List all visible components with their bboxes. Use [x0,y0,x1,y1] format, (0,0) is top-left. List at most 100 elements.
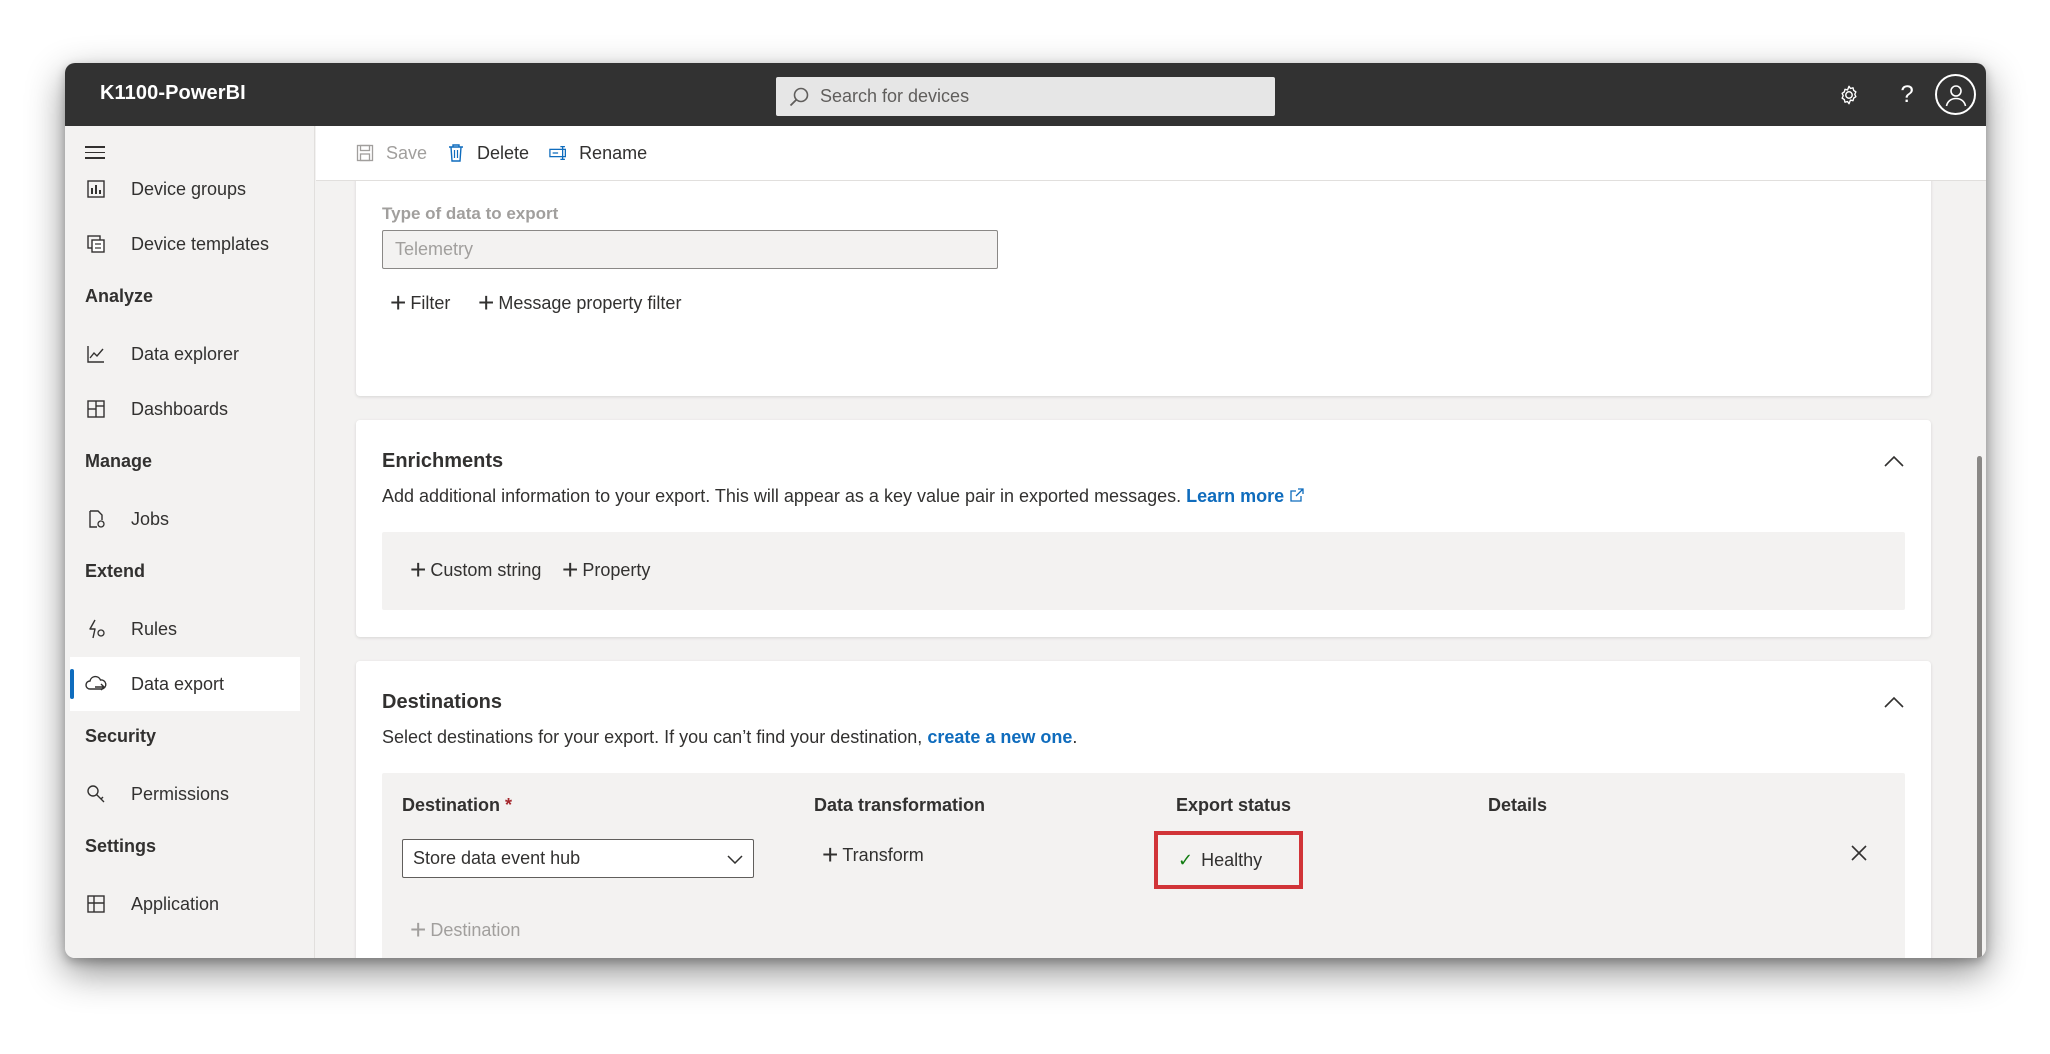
key-icon [85,783,107,805]
add-message-property-filter-button[interactable]: + Message property filter [478,289,681,317]
sidebar-item-device-templates[interactable]: Device templates [70,217,300,271]
sidebar-item-label: Dashboards [131,398,229,419]
app-title[interactable]: K1100-PowerBI [100,82,246,105]
destination-select[interactable]: Store data event hub [402,839,754,878]
delete-label: Delete [477,142,530,163]
section-settings: Settings [85,836,157,856]
section-security: Security [85,726,157,746]
column-export-status: Export status [1176,795,1292,815]
sidebar-item-label: Data explorer [131,343,240,364]
sidebar-item-dashboards[interactable]: Dashboards [70,382,300,436]
checkmark-icon: ✓ [1178,849,1194,870]
destinations-description: Select destinations for your export. If … [382,727,1078,747]
section-analyze: Analyze [85,286,154,306]
sidebar-item-rules[interactable]: Rules [70,602,300,656]
sidebar-item-label: Rules [131,618,178,639]
plus-icon: + [822,839,839,870]
chevron-down-icon [727,854,743,864]
trash-icon [447,143,467,163]
sidebar-item-data-export[interactable]: Data export [70,657,300,711]
jobs-icon [85,508,107,530]
add-transform-button[interactable]: + Transform [822,841,924,869]
data-type-label: Type of data to export [382,204,559,223]
chevron-up-icon[interactable] [1883,695,1905,709]
sidebar-item-label: Device templates [131,233,270,254]
data-type-value: Telemetry [395,239,474,259]
enrichments-description: Add additional information to your expor… [382,486,1305,507]
save-label: Save [386,142,428,163]
transform-label: Transform [842,844,924,865]
add-destination-button[interactable]: + Destination [410,916,520,944]
add-filter-button[interactable]: + Filter [390,289,450,317]
destination-select-value: Store data event hub [413,848,581,868]
sidebar-item-label: Permissions [131,783,230,804]
rename-button[interactable]: Rename [549,143,647,164]
sidebar-item-label: Device groups [131,178,247,199]
sidebar-item-data-explorer[interactable]: Data explorer [70,327,300,381]
sidebar-item-jobs[interactable]: Jobs [70,492,300,546]
destinations-card: Destinations Select destinations for you… [356,661,1931,958]
required-marker: * [505,795,513,815]
gear-icon[interactable] [1833,79,1865,111]
enrichments-title: Enrichments [382,450,504,472]
sidebar-item-application[interactable]: Application [70,877,300,931]
plus-icon: + [390,287,407,318]
column-details: Details [1488,795,1548,815]
dashboard-icon [85,398,107,420]
hamburger-menu-icon[interactable] [85,146,105,162]
device-groups-icon [85,178,107,200]
create-new-destination-link[interactable]: create a new one [927,727,1072,747]
section-extend: Extend [85,561,146,581]
profile-icon[interactable] [1935,74,1976,115]
vertical-scrollbar[interactable] [1977,456,1982,958]
search-icon [789,87,809,106]
add-destination-label: Destination [430,919,521,940]
delete-button[interactable]: Delete [447,143,529,164]
message-property-filter-label: Message property filter [498,292,682,313]
cloud-export-icon [85,673,107,695]
sidebar: Device groups Device templates Analyze D… [65,126,315,958]
data-type-card: Type of data to export Telemetry + Filte… [356,148,1931,396]
save-icon [356,143,376,163]
add-filter-label: Filter [410,292,451,313]
help-icon[interactable]: ? [1891,79,1923,111]
save-button[interactable]: Save [356,143,427,164]
chevron-up-icon[interactable] [1883,454,1905,468]
rename-label: Rename [579,142,648,163]
data-type-field[interactable]: Telemetry [382,230,998,269]
learn-more-link[interactable]: Learn more [1186,486,1284,506]
sidebar-item-label: Application [131,893,220,914]
section-manage: Manage [85,451,153,471]
rules-icon [85,618,107,640]
search-input[interactable]: Search for devices [776,77,1275,116]
search-placeholder: Search for devices [820,86,970,106]
sidebar-item-label: Data export [131,673,225,694]
external-link-icon [1290,488,1304,502]
device-templates-icon [85,233,107,255]
destinations-table: Destination * Data transformation Export… [382,773,1905,958]
sidebar-item-device-groups[interactable]: Device groups [70,162,300,216]
custom-string-label: Custom string [430,559,542,580]
command-toolbar: Save Delete Rename [316,126,1986,181]
plus-icon: + [562,554,579,585]
sidebar-item-label: Jobs [131,508,170,529]
add-custom-string-button[interactable]: + Custom string [410,556,541,584]
plus-icon: + [410,554,427,585]
enrichments-card: Enrichments Add additional information t… [356,420,1931,637]
add-property-button[interactable]: + Property [562,556,650,584]
plus-icon: + [410,914,427,945]
export-status-value: Healthy [1201,849,1263,870]
top-bar: K1100-PowerBI Search for devices ? [65,63,1986,126]
rename-icon [549,143,569,163]
close-icon[interactable] [1849,843,1869,863]
destinations-title: Destinations [382,691,503,713]
application-icon [85,893,107,915]
chart-icon [85,343,107,365]
app-window: K1100-PowerBI Search for devices ? Devic… [65,63,1986,958]
sidebar-item-permissions[interactable]: Permissions [70,767,300,821]
column-destination: Destination * [402,795,513,815]
enrichments-panel: + Custom string + Property [382,532,1905,610]
export-status-badge: ✓ Healthy [1154,831,1303,889]
main-content: Type of data to export Telemetry + Filte… [316,126,1986,958]
property-label: Property [582,559,651,580]
